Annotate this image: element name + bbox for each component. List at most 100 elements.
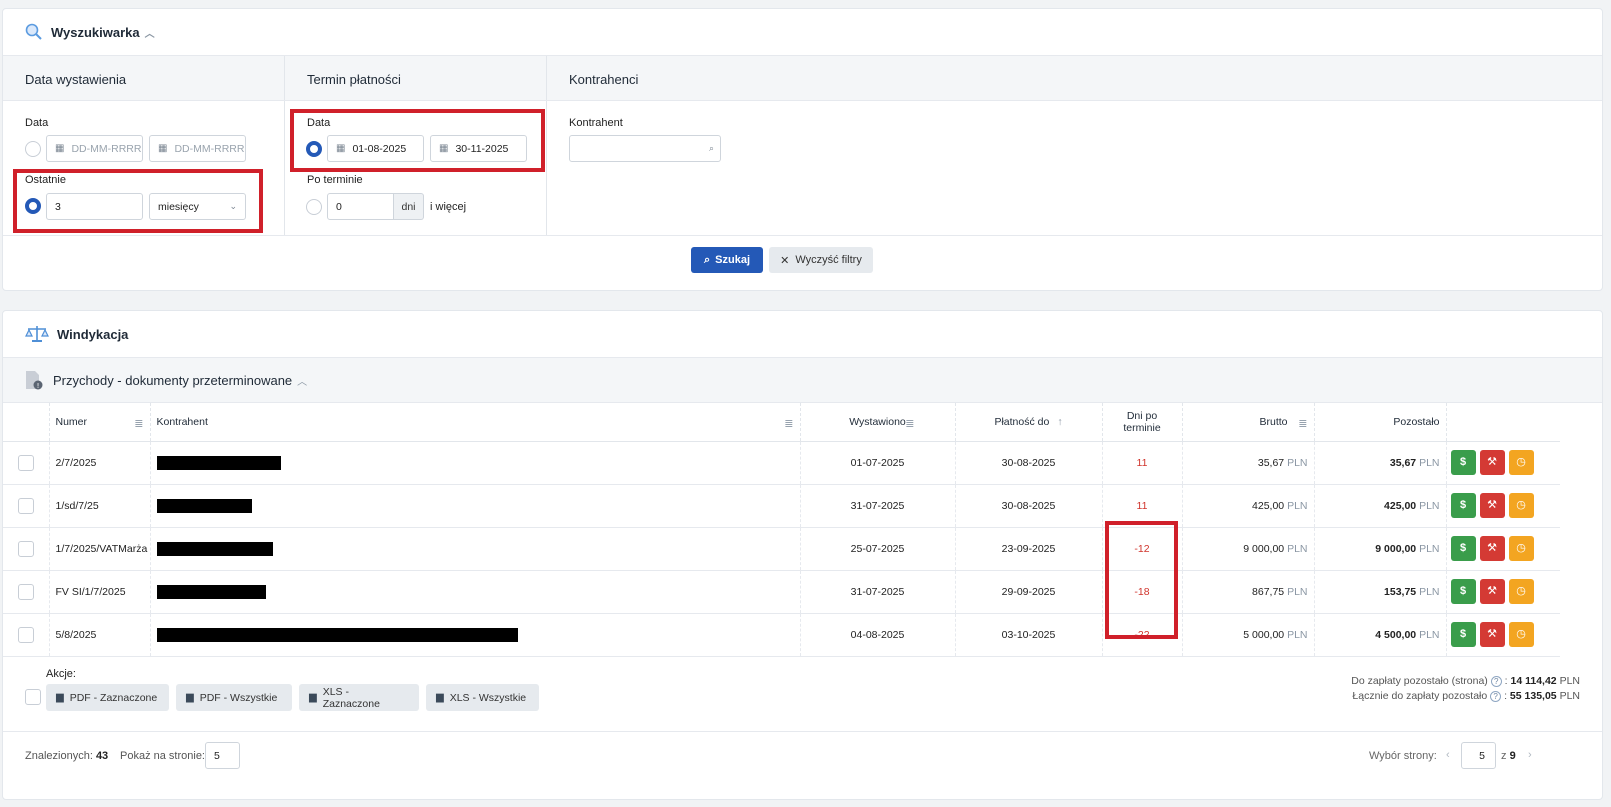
chevron-up-icon[interactable]: ︿ bbox=[297, 373, 307, 388]
clock-icon[interactable]: ◷ bbox=[1508, 579, 1534, 604]
days-unit: dni bbox=[394, 193, 424, 220]
contractor-label: Kontrahent bbox=[569, 117, 623, 129]
cell-numer[interactable]: 1/sd/7/25 bbox=[49, 484, 151, 528]
prev-page-icon[interactable]: ‹ bbox=[1446, 749, 1450, 761]
cell-numer[interactable]: 1/7/2025/VATMarża bbox=[49, 527, 151, 571]
table-row[interactable]: 1/sd/7/25 31-07-2025 30-08-2025 11 425,00 PL… bbox=[3, 484, 1560, 528]
row-checkbox[interactable] bbox=[17, 540, 34, 557]
highlight-payment-date bbox=[290, 109, 545, 172]
redacted-contractor bbox=[156, 627, 518, 642]
sort-arrow-up-icon[interactable]: ↑ bbox=[1057, 416, 1062, 428]
row-checkbox[interactable] bbox=[17, 454, 34, 471]
cell-kontrahent bbox=[150, 613, 801, 657]
cell-kontrahent bbox=[150, 484, 801, 528]
col-wystawiono[interactable]: Wystawiono ≣ bbox=[800, 403, 956, 442]
pdf-file-icon: ▆ bbox=[186, 692, 194, 703]
clock-icon[interactable]: ◷ bbox=[1508, 622, 1534, 647]
column-menu-icon[interactable]: ≣ bbox=[1298, 417, 1307, 430]
table-row[interactable]: FV SI/1/7/2025 31-07-2025 29-09-2025 -18 867… bbox=[3, 570, 1560, 614]
gavel-icon[interactable]: ⚒ bbox=[1479, 622, 1505, 647]
table-row[interactable]: 2/7/2025 01-07-2025 30-08-2025 11 35,67 PLN 3… bbox=[3, 441, 1560, 485]
cell-wystawiono: 31-07-2025 bbox=[800, 484, 956, 528]
cell-numer[interactable]: 5/8/2025 bbox=[49, 613, 151, 657]
page-input[interactable]: 5 bbox=[1461, 742, 1496, 769]
payment-dollar-icon[interactable]: $ bbox=[1450, 450, 1476, 475]
cell-pozostalo: 425,00 bbox=[1384, 499, 1417, 512]
sum-total: Łącznie do zapłaty pozostało ? : 55 135,… bbox=[1352, 690, 1580, 702]
cell-brutto: 867,75 bbox=[1252, 585, 1285, 598]
col-kontrahent[interactable]: Kontrahent ≣ bbox=[150, 403, 801, 442]
svg-text:!: ! bbox=[37, 382, 40, 390]
collections-header: Windykacja bbox=[3, 311, 1602, 357]
search-header[interactable]: Wyszukiwarka ︿ bbox=[3, 9, 1602, 55]
cell-kontrahent bbox=[150, 570, 801, 614]
issue-date-radio[interactable] bbox=[25, 141, 41, 157]
issue-date-from-input[interactable]: ▦ DD-MM-RRRR bbox=[46, 135, 143, 162]
col-brutto[interactable]: Brutto ≣ bbox=[1182, 403, 1315, 442]
sum-page: Do zapłaty pozostało (strona) ? : 14 114… bbox=[1351, 675, 1580, 687]
gavel-icon[interactable]: ⚒ bbox=[1479, 493, 1505, 518]
document-alert-icon: ! bbox=[26, 371, 43, 390]
column-menu-icon[interactable]: ≣ bbox=[784, 417, 793, 430]
payment-dollar-icon[interactable]: $ bbox=[1450, 493, 1476, 518]
issue-date-to-input[interactable]: ▦ DD-MM-RRRR bbox=[149, 135, 246, 162]
search-button[interactable]: ⌕ Szukaj bbox=[691, 247, 763, 273]
page-select-label: Wybór strony: bbox=[1369, 750, 1437, 762]
clear-filters-button[interactable]: ✕ Wyczyść filtry bbox=[769, 247, 873, 273]
col-pozostalo[interactable]: Pozostało bbox=[1314, 403, 1447, 442]
table-row[interactable]: 1/7/2025/VATMarża 25-07-2025 23-09-2025 -12… bbox=[3, 527, 1560, 571]
gavel-icon[interactable]: ⚒ bbox=[1479, 579, 1505, 604]
help-icon[interactable]: ? bbox=[1490, 691, 1502, 702]
page-of: z 9 bbox=[1501, 750, 1516, 762]
payment-dollar-icon[interactable]: $ bbox=[1450, 622, 1476, 647]
xls-selected-button[interactable]: ▆ XLS - Zaznaczone bbox=[299, 684, 419, 711]
payment-dollar-icon[interactable]: $ bbox=[1450, 536, 1476, 561]
per-page-input[interactable]: 5 bbox=[205, 742, 240, 769]
gavel-icon[interactable]: ⚒ bbox=[1479, 536, 1505, 561]
gavel-icon[interactable]: ⚒ bbox=[1479, 450, 1505, 475]
actions-label: Akcje: bbox=[46, 668, 76, 680]
redacted-contractor bbox=[156, 584, 266, 599]
cell-pozostalo: 9 000,00 bbox=[1375, 542, 1417, 555]
help-icon[interactable]: ? bbox=[1490, 676, 1502, 687]
clock-icon[interactable]: ◷ bbox=[1508, 536, 1534, 561]
cell-pozostalo: 4 500,00 bbox=[1375, 628, 1417, 641]
pdf-selected-button[interactable]: ▆ PDF - Zaznaczone bbox=[46, 684, 169, 711]
row-checkbox[interactable] bbox=[17, 626, 34, 643]
overdue-docs-header[interactable]: ! Przychody - dokumenty przeterminowane … bbox=[3, 357, 1602, 403]
next-page-icon[interactable]: › bbox=[1528, 749, 1532, 761]
cell-pozostalo: 153,75 bbox=[1384, 585, 1417, 598]
clock-icon[interactable]: ◷ bbox=[1508, 450, 1534, 475]
clock-icon[interactable]: ◷ bbox=[1508, 493, 1534, 518]
cell-platnosc: 30-08-2025 bbox=[955, 441, 1103, 485]
column-menu-icon[interactable]: ≣ bbox=[905, 417, 914, 430]
cell-brutto: 5 000,00 bbox=[1243, 628, 1285, 641]
search-panel: Wyszukiwarka ︿ Data wystawienia Termin p… bbox=[2, 8, 1603, 291]
table-header-row: Numer ≣ Kontrahent ≣ Wystawiono ≣ Płatność … bbox=[3, 403, 1560, 442]
overdue-suffix: i więcej bbox=[430, 201, 467, 213]
select-all-checkbox[interactable] bbox=[25, 689, 41, 705]
xls-all-button[interactable]: ▆ XLS - Wszystkie bbox=[426, 684, 539, 711]
xls-file-icon: ▆ bbox=[436, 692, 444, 703]
per-page-label: Pokaż na stronie: bbox=[120, 750, 205, 762]
chevron-up-icon[interactable]: ︿ bbox=[145, 25, 155, 40]
col-numer[interactable]: Numer ≣ bbox=[49, 403, 151, 442]
search-title: Wyszukiwarka bbox=[51, 24, 140, 40]
contractor-input[interactable]: ⌕ bbox=[569, 135, 721, 162]
overdue-radio[interactable] bbox=[306, 199, 322, 215]
cell-brutto: 9 000,00 bbox=[1243, 542, 1285, 555]
cell-platnosc: 23-09-2025 bbox=[955, 527, 1103, 571]
search-icon: ⌕ bbox=[703, 253, 711, 266]
pdf-all-button[interactable]: ▆ PDF - Wszystkie bbox=[176, 684, 292, 711]
cell-wystawiono: 01-07-2025 bbox=[800, 441, 956, 485]
table-row[interactable]: 5/8/2025 04-08-2025 03-10-2025 -22 5 000,00 … bbox=[3, 613, 1560, 657]
column-menu-icon[interactable]: ≣ bbox=[134, 417, 143, 430]
cell-numer[interactable]: FV SI/1/7/2025 bbox=[49, 570, 151, 614]
col-platnosc[interactable]: Płatność do ↑ bbox=[955, 403, 1103, 442]
cell-numer[interactable]: 2/7/2025 bbox=[49, 441, 151, 485]
payment-dollar-icon[interactable]: $ bbox=[1450, 579, 1476, 604]
row-checkbox[interactable] bbox=[17, 583, 34, 600]
col-dni[interactable]: Dni po terminie bbox=[1102, 403, 1183, 442]
row-checkbox[interactable] bbox=[17, 497, 34, 514]
overdue-days-input[interactable]: 0 bbox=[327, 193, 394, 220]
